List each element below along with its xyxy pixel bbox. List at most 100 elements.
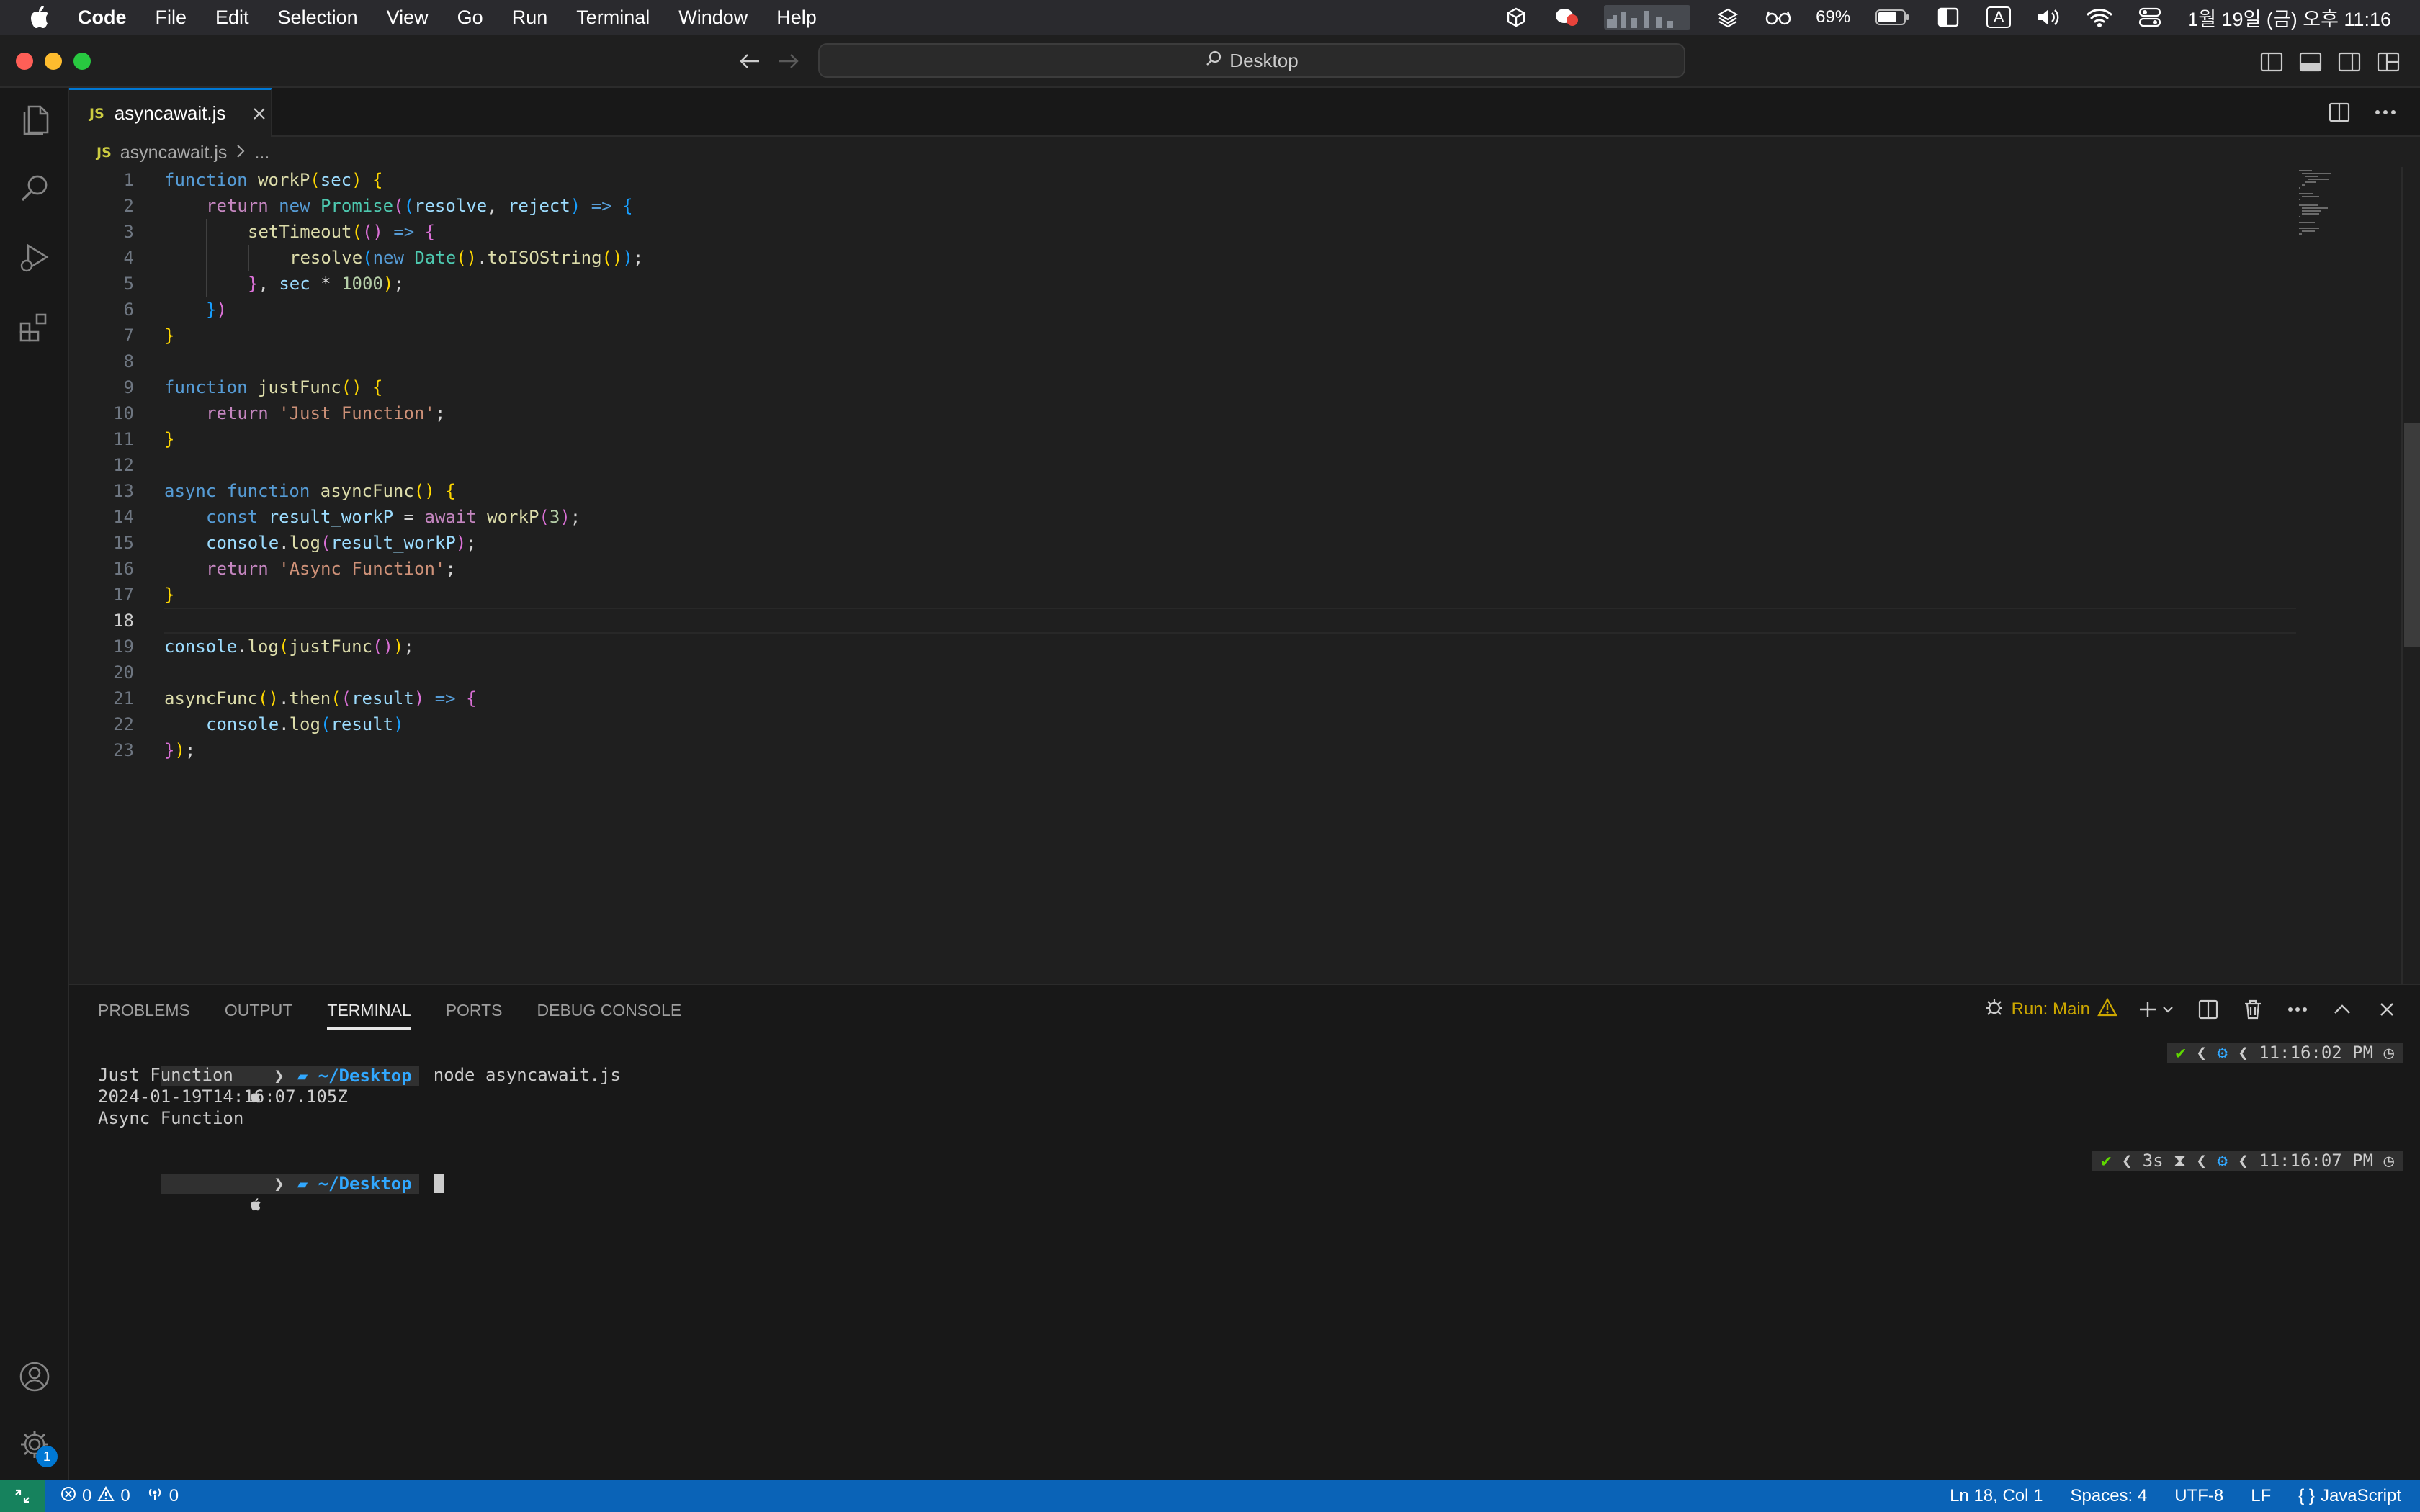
apple-logo-icon[interactable]: [24, 2, 55, 32]
chat-notification-icon[interactable]: [1554, 4, 1579, 30]
tab-asyncawait-js[interactable]: JS asyncawait.js: [69, 88, 272, 137]
code-line[interactable]: setTimeout(() => {: [164, 219, 2296, 245]
package-icon[interactable]: [1503, 4, 1529, 30]
control-center-icon[interactable]: [2137, 4, 2163, 30]
close-panel-icon[interactable]: [2374, 996, 2400, 1022]
split-editor-icon[interactable]: [2326, 99, 2352, 125]
toggle-panel-icon[interactable]: [2296, 48, 2325, 76]
code-line[interactable]: console.log(result): [164, 711, 2296, 737]
accounts-icon[interactable]: [17, 1359, 52, 1394]
code-line[interactable]: [164, 660, 2296, 685]
input-source-icon[interactable]: A: [1986, 4, 2012, 30]
new-terminal-plus-icon[interactable]: [2136, 996, 2177, 1022]
menubar-clock[interactable]: 1월 19일 (금) 오후 11:16: [2187, 4, 2391, 32]
wifi-icon[interactable]: [2087, 4, 2112, 30]
volume-icon[interactable]: [2036, 4, 2062, 30]
code-line[interactable]: function workP(sec) {: [164, 167, 2296, 193]
menu-window[interactable]: Window: [678, 6, 748, 29]
explorer-icon[interactable]: [17, 102, 52, 137]
code-line[interactable]: }): [164, 297, 2296, 323]
code-line[interactable]: return 'Async Function';: [164, 556, 2296, 582]
code-line[interactable]: resolve(new Date().toISOString());: [164, 245, 2296, 271]
menu-edit[interactable]: Edit: [215, 6, 249, 29]
terminal-run-main[interactable]: Run: Main: [1984, 997, 2118, 1022]
menu-app-name[interactable]: Code: [78, 6, 127, 29]
go-forward-icon[interactable]: [775, 48, 802, 75]
editor-vertical-scrollbar[interactable]: [2401, 167, 2420, 984]
run-and-debug-icon[interactable]: [17, 240, 52, 275]
window-zoom-button[interactable]: [73, 53, 91, 70]
language-mode[interactable]: { } JavaScript: [2298, 1486, 2401, 1506]
command-center-search[interactable]: Desktop: [818, 43, 1685, 78]
sidebar-toggle-icon[interactable]: [1935, 4, 1961, 30]
layers-icon[interactable]: [1715, 4, 1741, 30]
line-number-gutter: 1 2 3 4 5 6 7 8 9 10 11 12 13 14 15 16 1…: [69, 167, 134, 763]
gear-icon: ⚙: [2217, 1151, 2228, 1171]
terminal-view[interactable]: ❯ ▰ ~/Desktop node asyncawait.js ✔ ❮ ⚙ ❮ 1…: [98, 1043, 2403, 1211]
end-of-line[interactable]: LF: [2251, 1486, 2271, 1506]
ports-indicator[interactable]: 0: [146, 1486, 179, 1507]
menu-help[interactable]: Help: [776, 6, 817, 29]
code-line[interactable]: [164, 348, 2296, 374]
cursor-position[interactable]: Ln 18, Col 1: [1950, 1486, 2043, 1506]
toggle-secondary-sidebar-icon[interactable]: [2335, 48, 2364, 76]
more-actions-icon[interactable]: [2285, 996, 2311, 1022]
split-terminal-icon[interactable]: [2195, 996, 2221, 1022]
code-line[interactable]: }: [164, 323, 2296, 348]
code-line[interactable]: const result_workP = await workP(3);: [164, 504, 2296, 530]
prompt-directory-text: ~/Desktop: [318, 1174, 412, 1194]
menu-file[interactable]: File: [156, 6, 187, 29]
search-icon[interactable]: [17, 171, 52, 206]
code-line[interactable]: async function asyncFunc() {: [164, 478, 2296, 504]
code-line[interactable]: }, sec * 1000);: [164, 271, 2296, 297]
code-line[interactable]: return 'Just Function';: [164, 400, 2296, 426]
tab-debug-console[interactable]: DEBUG CONSOLE: [537, 1001, 682, 1030]
maximize-panel-icon[interactable]: [2329, 996, 2355, 1022]
code-line[interactable]: }: [164, 582, 2296, 608]
code-line[interactable]: function justFunc() {: [164, 374, 2296, 400]
tab-terminal[interactable]: TERMINAL: [327, 1001, 411, 1030]
indentation[interactable]: Spaces: 4: [2071, 1486, 2148, 1506]
problems-indicator[interactable]: 0 0: [60, 1485, 130, 1507]
code-line[interactable]: console.log(justFunc());: [164, 634, 2296, 660]
glasses-icon[interactable]: [1765, 4, 1791, 30]
code-line[interactable]: asyncFunc().then((result) => {: [164, 685, 2296, 711]
remote-indicator-icon[interactable]: [0, 1480, 45, 1512]
close-icon[interactable]: [248, 103, 270, 125]
code-line[interactable]: }: [164, 426, 2296, 452]
menu-run[interactable]: Run: [512, 6, 548, 29]
code-line-current[interactable]: [164, 608, 2296, 634]
menu-selection[interactable]: Selection: [278, 6, 358, 29]
breadcrumb-file[interactable]: asyncawait.js: [120, 143, 228, 163]
trash-icon[interactable]: [2240, 996, 2266, 1022]
code-line[interactable]: });: [164, 737, 2296, 763]
scrollbar-thumb[interactable]: [2404, 423, 2420, 647]
code-lines[interactable]: function workP(sec) { return new Promise…: [164, 167, 2296, 763]
toggle-primary-sidebar-icon[interactable]: [2257, 48, 2286, 76]
code-line[interactable]: [164, 452, 2296, 478]
more-actions-icon[interactable]: [2372, 99, 2398, 125]
code-line[interactable]: return new Promise((resolve, reject) => …: [164, 193, 2296, 219]
file-encoding[interactable]: UTF-8: [2174, 1486, 2223, 1506]
minimap[interactable]: [2298, 167, 2384, 253]
battery-icon[interactable]: [1875, 4, 1911, 30]
code-editor[interactable]: 1 2 3 4 5 6 7 8 9 10 11 12 13 14 15 16 1…: [69, 167, 2420, 984]
customize-layout-icon[interactable]: [2374, 48, 2403, 76]
go-back-icon[interactable]: [736, 48, 763, 75]
extensions-icon[interactable]: [17, 310, 52, 344]
tab-problems[interactable]: PROBLEMS: [98, 1001, 190, 1030]
tab-output[interactable]: OUTPUT: [225, 1001, 293, 1030]
menu-view[interactable]: View: [387, 6, 429, 29]
weather-skyline-icon[interactable]: [1604, 4, 1691, 30]
line-number: 17: [113, 585, 134, 605]
breadcrumb-symbols[interactable]: ...: [254, 143, 269, 163]
window-close-button[interactable]: [16, 53, 33, 70]
menu-terminal[interactable]: Terminal: [576, 6, 650, 29]
code-line[interactable]: console.log(result_workP);: [164, 530, 2296, 556]
tab-ports[interactable]: PORTS: [446, 1001, 503, 1030]
right-prompt-time: 11:16:02 PM: [2259, 1043, 2374, 1063]
window-minimize-button[interactable]: [45, 53, 62, 70]
activity-bar: 1: [0, 88, 69, 1480]
menu-go[interactable]: Go: [457, 6, 483, 29]
clock-icon: ◷: [2383, 1151, 2394, 1171]
